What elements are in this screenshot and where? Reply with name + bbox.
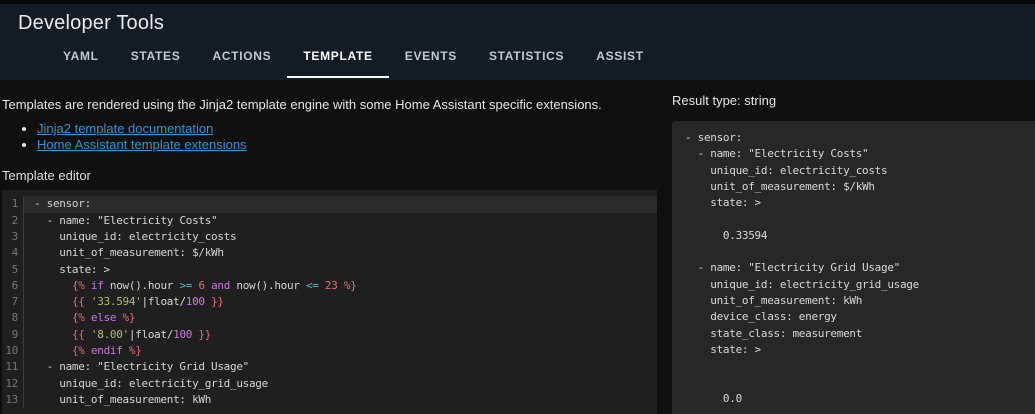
code-line-text: unique_id: electricity_costs (24, 229, 657, 245)
code-line-text: state: > (24, 262, 657, 278)
code-line[interactable]: 4 unit_of_measurement: $/kWh (2, 245, 657, 261)
code-line-text: unit_of_measurement: kWh (24, 392, 657, 408)
code-line-text: {{ '33.594'|float/100 }} (24, 294, 657, 310)
line-number: 1 (2, 196, 24, 212)
result-panel: Result type: string - sensor: - name: "E… (657, 80, 1035, 414)
tab-assist[interactable]: ASSIST (580, 35, 660, 78)
code-line-text: {% else %} (24, 310, 657, 326)
code-line-text: - name: "Electricity Costs" (24, 213, 657, 229)
line-number: 12 (2, 376, 24, 392)
code-line-text: unique_id: electricity_grid_usage (24, 376, 657, 392)
code-line[interactable]: 10 {% endif %} (2, 343, 657, 359)
line-number: 2 (2, 213, 24, 229)
result-card: - sensor: - name: "Electricity Costs" un… (672, 121, 1035, 414)
code-line[interactable]: 6 {% if now().hour >= 6 and now().hour <… (2, 278, 657, 294)
code-line[interactable]: 1- sensor: (2, 196, 657, 212)
template-panel: Templates are rendered using the Jinja2 … (0, 80, 657, 414)
code-line[interactable]: 9 {{ '8.00'|float/100 }} (2, 327, 657, 343)
code-line[interactable]: 7 {{ '33.594'|float/100 }} (2, 294, 657, 310)
tab-actions[interactable]: ACTIONS (196, 35, 287, 78)
jinja2-docs-link[interactable]: Jinja2 template documentation (37, 121, 213, 136)
line-number: 9 (2, 327, 24, 343)
line-number: 4 (2, 245, 24, 261)
template-result-output: - sensor: - name: "Electricity Costs" un… (685, 130, 1035, 407)
code-line-text: {% endif %} (24, 343, 657, 359)
code-line[interactable]: 13 unit_of_measurement: kWh (2, 392, 657, 408)
documentation-links: Jinja2 template documentation Home Assis… (2, 121, 657, 153)
code-line[interactable]: 12 unique_id: electricity_grid_usage (2, 376, 657, 392)
result-type-label: Result type: string (672, 93, 1035, 108)
template-editor-label: Template editor (2, 168, 657, 183)
code-line-text: {% if now().hour >= 6 and now().hour <= … (24, 278, 657, 294)
code-line-text: {{ '8.00'|float/100 }} (24, 327, 657, 343)
line-number: 8 (2, 310, 24, 326)
tab-statistics[interactable]: STATISTICS (473, 35, 580, 78)
line-number: 5 (2, 262, 24, 278)
tab-template[interactable]: TEMPLATE (287, 35, 388, 78)
line-number: 3 (2, 229, 24, 245)
line-number: 11 (2, 359, 24, 375)
code-line[interactable]: 3 unique_id: electricity_costs (2, 229, 657, 245)
code-line-text: - sensor: (24, 196, 657, 212)
code-line[interactable]: 2 - name: "Electricity Costs" (2, 213, 657, 229)
code-line[interactable]: 5 state: > (2, 262, 657, 278)
tab-bar: YAMLSTATESACTIONSTEMPLATEEVENTSSTATISTIC… (47, 35, 1035, 78)
tab-events[interactable]: EVENTS (389, 35, 473, 78)
template-editor[interactable]: 1- sensor:2 - name: "Electricity Costs"3… (2, 190, 657, 414)
ha-extensions-link[interactable]: Home Assistant template extensions (37, 137, 247, 152)
code-line-text: unit_of_measurement: $/kWh (24, 245, 657, 261)
template-intro-text: Templates are rendered using the Jinja2 … (2, 97, 657, 112)
line-number: 7 (2, 294, 24, 310)
tab-yaml[interactable]: YAML (47, 35, 115, 78)
tab-states[interactable]: STATES (115, 35, 197, 78)
line-number: 13 (2, 392, 24, 408)
app-header: Developer Tools YAMLSTATESACTIONSTEMPLAT… (0, 4, 1035, 80)
line-number: 6 (2, 278, 24, 294)
code-line[interactable]: 8 {% else %} (2, 310, 657, 326)
code-line-text: - name: "Electricity Grid Usage" (24, 359, 657, 375)
list-item: Jinja2 template documentation (37, 121, 657, 137)
main-content: Templates are rendered using the Jinja2 … (0, 80, 1035, 414)
line-number: 10 (2, 343, 24, 359)
code-line[interactable]: 11 - name: "Electricity Grid Usage" (2, 359, 657, 375)
list-item: Home Assistant template extensions (37, 137, 657, 153)
page-title: Developer Tools (0, 4, 1035, 35)
